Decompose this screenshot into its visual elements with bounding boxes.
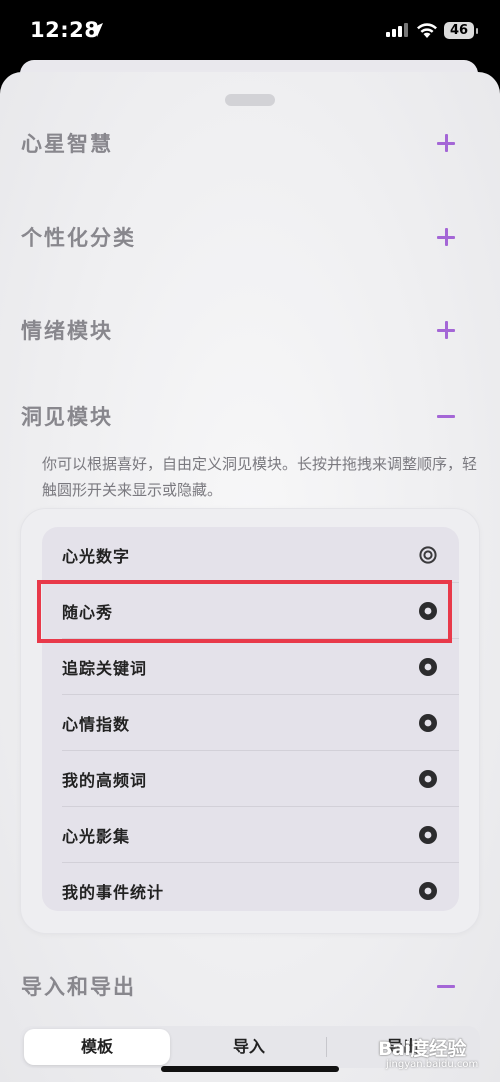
module-label: 心光影集 xyxy=(62,827,131,846)
module-row-track-keywords[interactable]: 追踪关键词 xyxy=(42,639,459,695)
expand-plus-icon[interactable] xyxy=(430,128,460,158)
module-row-xinguang-number[interactable]: 心光数字 xyxy=(42,527,459,583)
sheet-grabber[interactable] xyxy=(225,94,275,106)
radio-on-icon[interactable] xyxy=(419,658,437,676)
section-title: 情绪模块 xyxy=(21,319,113,343)
insight-description: 你可以根据喜好，自由定义洞见模块。长按并拖拽来调整顺序，轻触圆形开关来显示或隐藏… xyxy=(42,455,478,499)
radio-off-icon[interactable] xyxy=(419,546,437,564)
module-label: 心光数字 xyxy=(62,547,131,566)
module-row-frequent-words[interactable]: 我的高频词 xyxy=(42,751,459,807)
module-row-mood-index[interactable]: 心情指数 xyxy=(42,695,459,751)
expand-plus-icon[interactable] xyxy=(430,315,460,345)
collapse-minus-icon[interactable] xyxy=(430,401,460,431)
section-import-export[interactable]: 导入和导出 xyxy=(21,967,481,1007)
radio-on-icon[interactable] xyxy=(419,826,437,844)
baidu-jingyan-watermark: Bai度经验 jingyan.baidu.com xyxy=(378,1032,496,1072)
section-title: 洞见模块 xyxy=(21,405,113,429)
section-title: 个性化分类 xyxy=(21,226,136,250)
annotation-highlight-box xyxy=(37,580,452,643)
module-label: 我的高频词 xyxy=(62,771,148,790)
module-label: 心情指数 xyxy=(62,715,131,734)
cellular-signal-icon xyxy=(386,23,408,37)
segment-divider xyxy=(326,1037,327,1057)
section-title: 心星智慧 xyxy=(21,132,113,156)
module-label: 追踪关键词 xyxy=(62,659,148,678)
module-row-event-stats[interactable]: 我的事件统计 xyxy=(42,863,459,911)
section-title: 导入和导出 xyxy=(21,975,136,999)
location-arrow-icon xyxy=(89,23,103,37)
radio-on-icon[interactable] xyxy=(419,770,437,788)
module-label: 我的事件统计 xyxy=(62,883,165,902)
home-indicator xyxy=(161,1066,339,1072)
battery-indicator: 46 xyxy=(444,22,478,39)
collapse-minus-icon[interactable] xyxy=(430,971,460,1001)
module-row-photo-album[interactable]: 心光影集 xyxy=(42,807,459,863)
section-personalized-categories[interactable]: 个性化分类 xyxy=(21,218,481,258)
radio-on-icon[interactable] xyxy=(419,882,437,900)
watermark-subtext: jingyan.baidu.com xyxy=(386,1059,479,1070)
section-insight-module[interactable]: 洞见模块 xyxy=(21,397,481,437)
expand-plus-icon[interactable] xyxy=(430,222,460,252)
section-emotion-module[interactable]: 情绪模块 xyxy=(21,311,481,351)
wifi-icon xyxy=(417,23,437,38)
watermark-text: Bai度经验 xyxy=(378,1038,466,1060)
segment-template[interactable]: 模板 xyxy=(24,1029,170,1065)
section-xinxing-wisdom[interactable]: 心星智慧 xyxy=(21,124,481,164)
segment-import[interactable]: 导入 xyxy=(176,1029,322,1065)
radio-on-icon[interactable] xyxy=(419,714,437,732)
status-bar: 12:28 46 xyxy=(0,0,500,64)
